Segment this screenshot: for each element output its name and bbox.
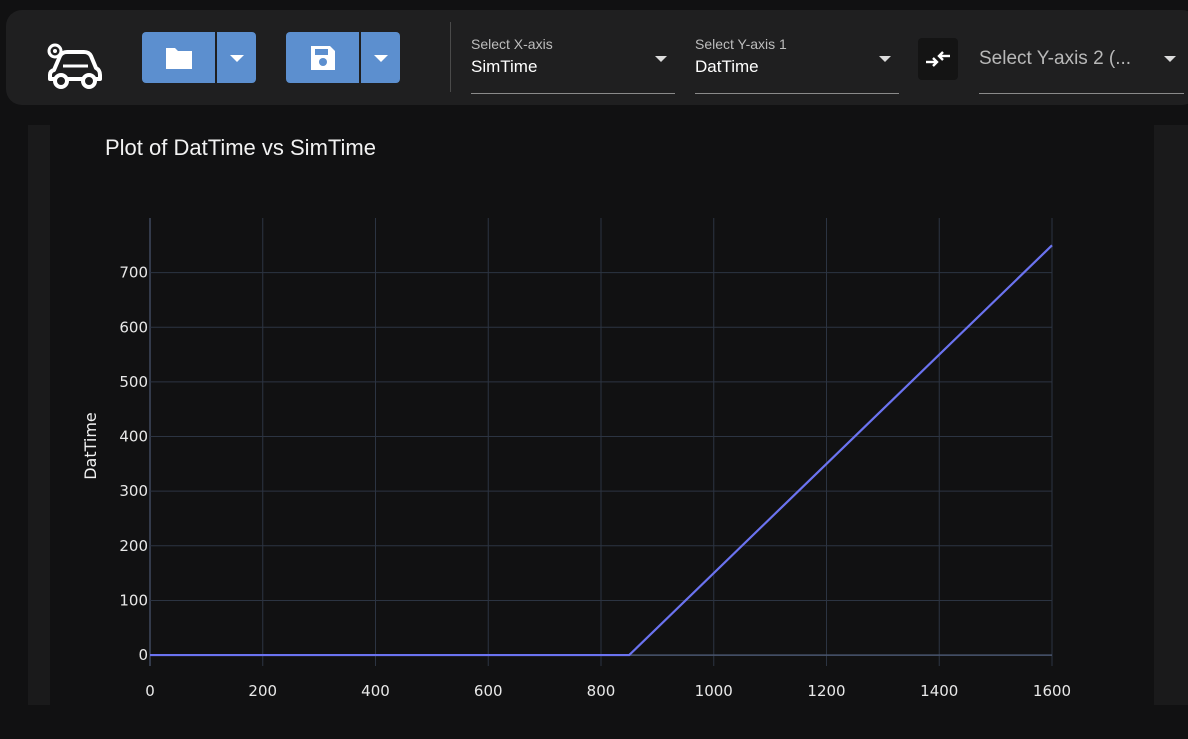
- y-tick-label: 300: [119, 482, 148, 500]
- x-tick-label: 400: [361, 682, 390, 700]
- x-tick-label: 0: [145, 682, 155, 700]
- y-tick-label: 700: [119, 264, 148, 282]
- x-tick-label: 1400: [920, 682, 958, 700]
- x-tick-label: 1000: [695, 682, 733, 700]
- y-tick-label: 400: [119, 428, 148, 446]
- line-chart[interactable]: 0 200 400 600 800 1000 1200 1400 1600 0 100 200 300 4…: [0, 0, 1188, 739]
- x-tick-label: 800: [587, 682, 616, 700]
- y-tick-label: 500: [119, 373, 148, 391]
- y-tick-label: 200: [119, 537, 148, 555]
- y-axis-title: DatTime: [81, 412, 100, 480]
- x-tick-label: 1200: [807, 682, 845, 700]
- x-tick-label: 600: [474, 682, 503, 700]
- y-tick-label: 600: [119, 318, 148, 336]
- y-tick-label: 0: [138, 646, 148, 664]
- y-tick-label: 100: [119, 591, 148, 609]
- x-tick-label: 200: [248, 682, 277, 700]
- x-tick-label: 1600: [1033, 682, 1071, 700]
